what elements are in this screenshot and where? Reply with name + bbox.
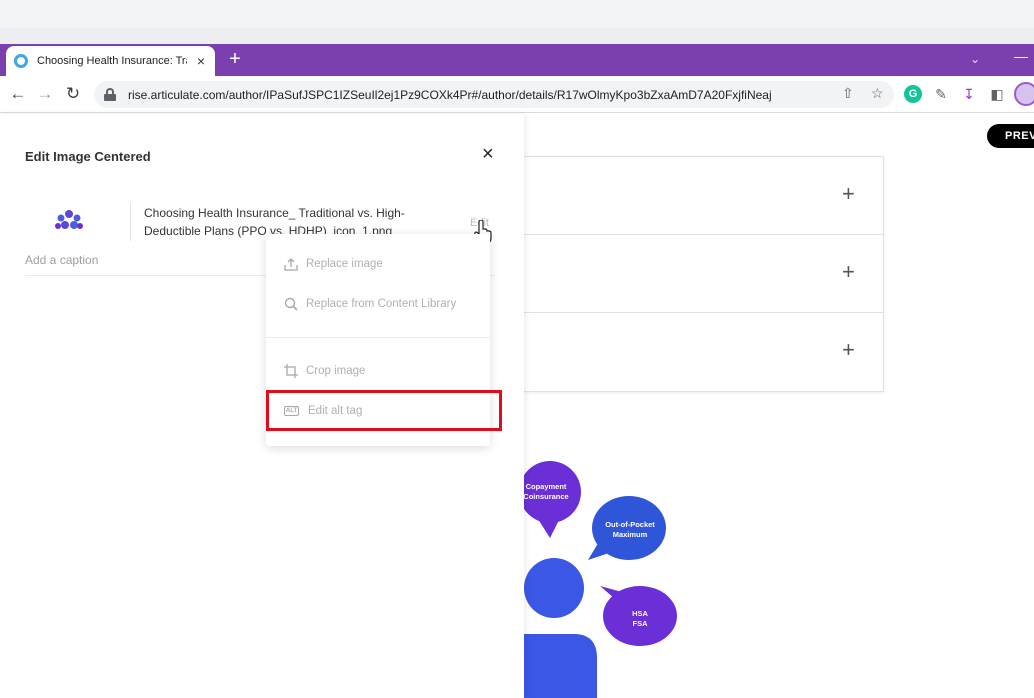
plus-icon[interactable]: + bbox=[842, 339, 855, 361]
close-icon[interactable]: × bbox=[482, 144, 494, 164]
tab-close-icon[interactable]: × bbox=[195, 53, 207, 69]
tab-title: Choosing Health Insurance: Trad bbox=[37, 55, 187, 67]
browser-tab[interactable]: Choosing Health Insurance: Trad × bbox=[6, 46, 215, 76]
back-icon[interactable]: ← bbox=[8, 84, 28, 104]
os-titlebar bbox=[0, 0, 1034, 44]
image-thumbnail[interactable] bbox=[54, 209, 84, 233]
forward-icon[interactable]: → bbox=[35, 84, 55, 104]
minimize-icon[interactable]: — bbox=[1014, 48, 1028, 64]
accordion-item[interactable]: + bbox=[524, 235, 884, 313]
star-icon[interactable]: ☆ bbox=[871, 85, 884, 102]
svg-text:FSA: FSA bbox=[633, 619, 649, 628]
lock-icon bbox=[104, 88, 116, 101]
avatar[interactable] bbox=[1014, 82, 1034, 106]
edit-image-panel: Edit Image Centered × Choosing Health In… bbox=[0, 114, 524, 698]
download-icon[interactable]: ↧ bbox=[960, 85, 978, 103]
menu-item-replace-from-library[interactable]: Replace from Content Library bbox=[266, 288, 490, 320]
plus-icon[interactable]: + bbox=[842, 183, 855, 205]
accordion-item[interactable]: + bbox=[524, 313, 884, 391]
crop-icon bbox=[284, 364, 298, 378]
side-panel-icon[interactable]: ◧ bbox=[988, 85, 1006, 103]
reload-icon[interactable]: ↻ bbox=[63, 84, 83, 104]
search-icon bbox=[284, 297, 298, 311]
menu-item-label: Replace from Content Library bbox=[306, 298, 457, 310]
svg-text:Copayment: Copayment bbox=[526, 482, 567, 491]
new-tab-button[interactable]: + bbox=[226, 49, 244, 70]
menu-item-label: Crop image bbox=[306, 365, 366, 377]
caption-input[interactable]: Add a caption bbox=[25, 253, 98, 267]
menu-item-replace-image[interactable]: Replace image bbox=[266, 248, 490, 280]
accordion-item[interactable]: + bbox=[524, 157, 884, 235]
share-icon[interactable]: ⇧ bbox=[842, 85, 854, 102]
chevron-down-icon[interactable]: ⌄ bbox=[970, 52, 980, 66]
plus-icon[interactable]: + bbox=[842, 261, 855, 283]
grammarly-icon[interactable]: G bbox=[904, 85, 922, 103]
url-field[interactable]: rise.articulate.com/author/IPaSufJSPC1IZ… bbox=[94, 81, 894, 108]
health-insurance-illustration: Copayment Coinsurance Out-of-Pocket Maxi… bbox=[524, 461, 677, 698]
svg-text:Out-of-Pocket: Out-of-Pocket bbox=[605, 520, 655, 529]
highlight-box bbox=[266, 390, 502, 431]
file-name: Choosing Health Insurance_ Traditional v… bbox=[144, 206, 405, 238]
preview-button[interactable]: PREV bbox=[987, 124, 1034, 148]
divider bbox=[130, 203, 131, 241]
svg-text:Coinsurance: Coinsurance bbox=[524, 492, 569, 501]
svg-text:HSA: HSA bbox=[632, 609, 648, 618]
url-text: rise.articulate.com/author/IPaSufJSPC1IZ… bbox=[128, 87, 772, 102]
upload-icon bbox=[284, 258, 298, 271]
menu-item-crop-image[interactable]: Crop image bbox=[266, 355, 490, 387]
accordion: + + + bbox=[524, 156, 884, 392]
extensions-icon[interactable]: ✎ bbox=[932, 85, 950, 103]
panel-title: Edit Image Centered bbox=[25, 149, 151, 164]
menu-item-label: Replace image bbox=[306, 258, 383, 270]
divider bbox=[266, 337, 490, 338]
page-content: PREV + + + Copayment Coinsurance Out-of-… bbox=[0, 114, 1034, 698]
svg-text:Maximum: Maximum bbox=[613, 530, 648, 539]
address-bar: ← → ↻ rise.articulate.com/author/IPaSufJ… bbox=[0, 76, 1034, 113]
favicon-icon bbox=[14, 54, 28, 68]
tab-bar: Choosing Health Insurance: Trad × + ⌄ — bbox=[0, 44, 1034, 76]
